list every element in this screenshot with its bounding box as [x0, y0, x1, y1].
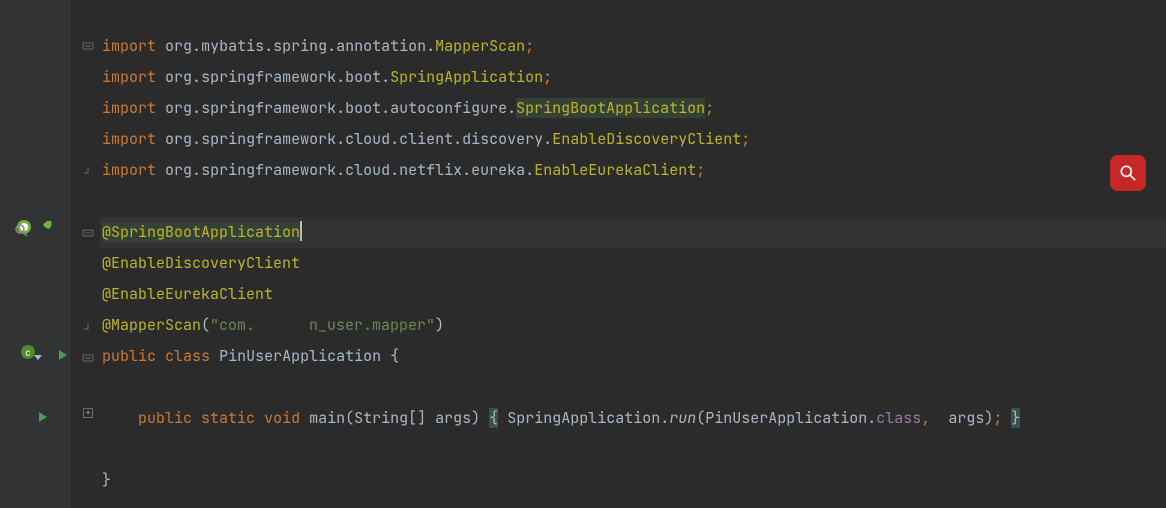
closing-brace-line: }	[100, 465, 1166, 496]
run-class-icon[interactable]	[56, 342, 70, 356]
method-name: main	[309, 408, 345, 428]
imported-class: SpringApplication	[390, 67, 543, 87]
run-method-icon[interactable]	[36, 404, 50, 418]
annotation-line-current: @SpringBootApplication	[100, 217, 1166, 248]
svg-text:c: c	[25, 346, 31, 359]
code-editor[interactable]: import org.mybatis.spring.annotation.Map…	[100, 0, 1166, 508]
brace-open: {	[489, 408, 498, 428]
annotation: @EnableEurekaClient	[102, 284, 273, 304]
import-line: import org.springframework.cloud.client.…	[100, 124, 1166, 155]
brace-close: }	[1011, 408, 1020, 428]
fold-end-icon[interactable]	[82, 157, 94, 169]
imported-class: EnableDiscoveryClient	[552, 129, 741, 149]
annotation: @EnableDiscoveryClient	[102, 253, 300, 273]
text-cursor	[300, 221, 302, 241]
annotation-line: @MapperScan("com. n_user.mapper")	[100, 310, 1166, 341]
import-keyword: import	[102, 36, 156, 56]
spring-component-icon[interactable]: c	[20, 340, 36, 356]
blank-line	[100, 434, 1166, 465]
annotation: @MapperScan	[102, 315, 201, 335]
editor-gutter: c	[0, 0, 70, 508]
dropdown-arrow-icon[interactable]	[34, 355, 42, 360]
annotation-line: @EnableDiscoveryClient	[100, 248, 1166, 279]
import-line: import org.springframework.boot.SpringAp…	[100, 62, 1166, 93]
imported-class: EnableEurekaClient	[534, 160, 696, 180]
blank-line	[100, 372, 1166, 403]
package-segment: org	[165, 36, 192, 56]
blank-line	[100, 186, 1166, 217]
import-line: import org.springframework.boot.autoconf…	[100, 93, 1166, 124]
annotation-arg-string: "com. n_user.mapper"	[210, 315, 435, 335]
search-button[interactable]	[1110, 155, 1146, 191]
import-line: import org.mybatis.spring.annotation.Map…	[100, 31, 1166, 62]
imported-class: MapperScan	[435, 36, 525, 56]
class-declaration-line: public class PinUserApplication {	[100, 341, 1166, 372]
blank-line	[100, 0, 1166, 31]
annotation-line: @EnableEurekaClient	[100, 279, 1166, 310]
imported-class-highlighted: SpringBootApplication	[516, 98, 705, 118]
line-number-column	[0, 0, 12, 508]
fold-end-icon[interactable]	[82, 313, 94, 325]
import-line: import org.springframework.cloud.netflix…	[100, 155, 1166, 186]
fold-minus-icon[interactable]	[82, 32, 94, 44]
annotation-highlighted: @SpringBootApplication	[102, 222, 300, 242]
bean-leaf-icon[interactable]	[40, 213, 56, 229]
fold-minus-icon[interactable]	[82, 219, 94, 231]
fold-minus-icon[interactable]	[82, 344, 94, 356]
magnify-bean-icon[interactable]	[14, 219, 30, 235]
fold-plus-icon[interactable]: +	[83, 408, 93, 418]
main-method-line: public static void main(String[] args) {…	[100, 403, 1166, 434]
run-method: run	[669, 408, 696, 428]
class-name: PinUserApplication	[219, 346, 381, 366]
search-icon	[1118, 163, 1138, 183]
